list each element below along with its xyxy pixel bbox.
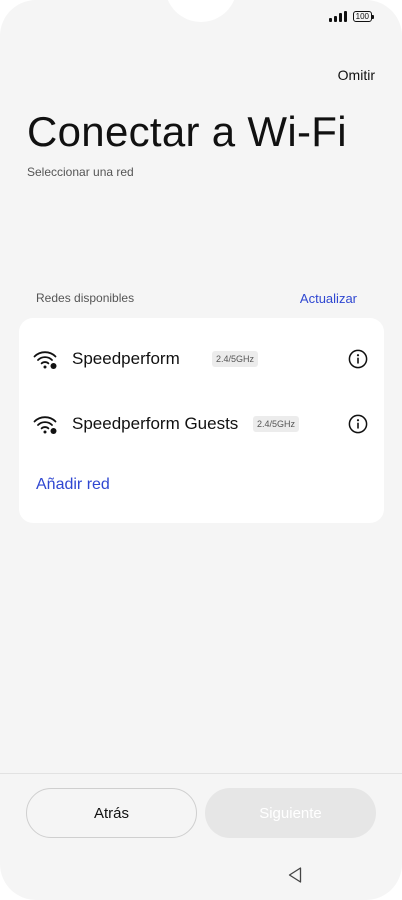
page-subtitle: Seleccionar una red bbox=[27, 165, 134, 179]
signal-icon bbox=[328, 11, 347, 22]
network-name: Speedperform bbox=[72, 349, 180, 368]
skip-button[interactable]: Omitir bbox=[338, 67, 375, 83]
network-item[interactable]: Speedperform 2.4/5GHz bbox=[19, 339, 384, 379]
available-networks-label: Redes disponibles bbox=[36, 291, 135, 305]
refresh-button[interactable]: Actualizar bbox=[300, 291, 357, 306]
network-item[interactable]: Speedperform Guests 2.4/5GHz bbox=[19, 404, 384, 444]
page-title: Conectar a Wi-Fi bbox=[27, 108, 347, 155]
info-icon[interactable] bbox=[348, 349, 368, 369]
info-icon[interactable] bbox=[348, 414, 368, 434]
networks-card: Speedperform 2.4/5GHz Speedperform Guest… bbox=[19, 318, 384, 523]
battery-level: 100 bbox=[355, 12, 369, 21]
network-name: Speedperform Guests bbox=[72, 414, 239, 433]
camera-notch bbox=[165, 0, 237, 22]
network-band-badge: 2.4/5GHz bbox=[253, 416, 300, 432]
footer-divider bbox=[0, 773, 402, 774]
setup-screen: 100 Omitir Conectar a Wi-Fi Seleccionar … bbox=[0, 0, 402, 900]
network-band-badge: 2.4/5GHz bbox=[212, 351, 259, 367]
battery-icon: 100 bbox=[352, 11, 375, 22]
next-button[interactable]: Siguiente bbox=[205, 788, 376, 838]
wifi-secured-icon bbox=[33, 416, 57, 434]
add-network-button[interactable]: Añadir red bbox=[36, 476, 110, 494]
wifi-secured-icon bbox=[33, 351, 57, 369]
back-button[interactable]: Atrás bbox=[26, 788, 197, 838]
status-bar: 100 bbox=[328, 11, 375, 22]
nav-back-icon[interactable] bbox=[287, 866, 303, 884]
